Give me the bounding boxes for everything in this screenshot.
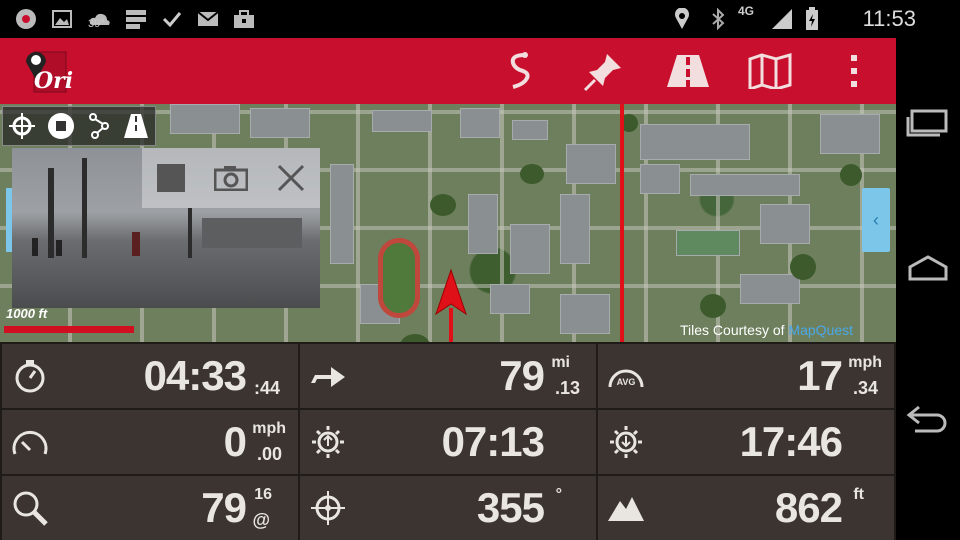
current-speed-value: 0 bbox=[223, 418, 247, 465]
back-button[interactable] bbox=[896, 388, 960, 448]
status-bar: 39° 4G 11:53 bbox=[0, 0, 960, 38]
right-panel-tab[interactable]: ‹ bbox=[862, 188, 890, 252]
speedometer-icon bbox=[10, 422, 50, 462]
distance-unit: mi bbox=[551, 354, 570, 371]
waypoints-icon[interactable] bbox=[87, 112, 111, 140]
elapsed-time-seconds: :44 bbox=[253, 378, 280, 398]
pedestrian bbox=[32, 238, 38, 256]
satellites-at-symbol: @ bbox=[252, 510, 270, 530]
avg-speed-icon: AVG bbox=[606, 356, 646, 396]
stadium-track bbox=[378, 238, 420, 318]
sunset-value: 17:46 bbox=[739, 418, 843, 465]
map-toolbar bbox=[2, 106, 156, 146]
clock-text: 11:53 bbox=[862, 6, 916, 31]
home-icon bbox=[908, 255, 948, 281]
road-icon[interactable] bbox=[123, 113, 149, 139]
gmail-icon bbox=[196, 7, 220, 31]
trip-dashboard: 04:33 :44 79 mi .13 AVG 17 mph .34 0 mph… bbox=[0, 342, 896, 540]
map-attribution: Tiles Courtesy of MapQuest bbox=[680, 322, 853, 338]
average-speed-value: 17 bbox=[797, 352, 843, 399]
elevation-icon bbox=[606, 488, 646, 528]
crosshair-icon[interactable] bbox=[9, 113, 35, 139]
search-icon bbox=[10, 488, 50, 528]
distance-value: 79 bbox=[499, 352, 545, 399]
route-line bbox=[620, 104, 624, 342]
stopwatch-icon bbox=[10, 356, 50, 396]
satellites-total: 16 bbox=[254, 486, 272, 503]
current-speed-decimal: .00 bbox=[256, 444, 282, 464]
route-button[interactable] bbox=[496, 48, 544, 94]
elevation-unit: ft bbox=[853, 486, 864, 503]
signal-icon bbox=[770, 7, 794, 31]
route-icon bbox=[510, 52, 530, 89]
pedestrian bbox=[56, 240, 62, 256]
battery-icon bbox=[800, 7, 824, 31]
temperature-text: 39° bbox=[88, 18, 105, 30]
current-speed-cell[interactable]: 0 mph .00 bbox=[2, 410, 298, 474]
storage-icon bbox=[124, 7, 148, 31]
app-logo-text: Ori bbox=[34, 68, 74, 94]
recent-apps-button[interactable] bbox=[896, 92, 960, 152]
chevron-left-icon: ‹ bbox=[873, 209, 879, 230]
stop-icon[interactable] bbox=[47, 112, 75, 140]
attribution-text: Tiles Courtesy of bbox=[680, 322, 789, 338]
elevation-cell[interactable]: 862 ft bbox=[598, 476, 894, 540]
close-icon[interactable] bbox=[277, 164, 305, 192]
map-scale-bar bbox=[4, 326, 134, 333]
map-icon bbox=[748, 53, 792, 89]
elapsed-time-cell[interactable]: 04:33 :44 bbox=[2, 344, 298, 408]
location-icon bbox=[670, 7, 694, 31]
average-speed-unit: mph bbox=[848, 354, 882, 371]
road-button[interactable] bbox=[664, 48, 712, 94]
sunrise-cell[interactable]: 07:13 bbox=[300, 410, 596, 474]
sunset-cell[interactable]: 17:46 bbox=[598, 410, 894, 474]
current-speed-unit: mph bbox=[252, 420, 286, 437]
heading-value: 355 bbox=[476, 484, 545, 531]
home-button[interactable] bbox=[896, 238, 960, 298]
bluetooth-icon bbox=[706, 7, 730, 31]
stop-recording-button[interactable] bbox=[156, 164, 185, 192]
camera-preview[interactable] bbox=[12, 148, 320, 308]
average-speed-cell[interactable]: AVG 17 mph .34 bbox=[598, 344, 894, 408]
elapsed-time-value: 04:33 bbox=[143, 352, 247, 399]
sunset-icon bbox=[606, 422, 646, 462]
satellites-value: 79 bbox=[201, 484, 247, 531]
network-type-text: 4G bbox=[738, 4, 755, 18]
camera-icon[interactable] bbox=[213, 165, 248, 191]
app-logo[interactable]: Ori bbox=[20, 46, 73, 96]
pedestrian bbox=[132, 232, 140, 256]
recent-apps-icon bbox=[906, 109, 948, 137]
average-speed-decimal: .34 bbox=[852, 378, 878, 398]
check-icon bbox=[160, 7, 184, 31]
distance-decimal: .13 bbox=[554, 378, 580, 398]
mapquest-link[interactable]: MapQuest bbox=[788, 322, 853, 338]
system-navigation-bar bbox=[896, 38, 960, 540]
camera-controls bbox=[142, 148, 320, 208]
distance-cell[interactable]: 79 mi .13 bbox=[300, 344, 596, 408]
image-icon bbox=[50, 7, 74, 31]
compass-icon bbox=[308, 488, 348, 528]
back-icon bbox=[906, 405, 947, 433]
overflow-menu-icon bbox=[851, 55, 857, 87]
sunrise-icon bbox=[308, 422, 348, 462]
sunrise-value: 07:13 bbox=[441, 418, 545, 465]
heading-arrow-icon bbox=[435, 268, 467, 344]
pin-icon bbox=[583, 54, 621, 92]
heading-degree-symbol: ° bbox=[555, 486, 562, 503]
road-icon bbox=[667, 55, 709, 87]
briefcase-icon bbox=[232, 7, 256, 31]
record-icon bbox=[14, 7, 38, 31]
app-bar: Ori bbox=[0, 38, 896, 104]
overflow-menu-button[interactable] bbox=[830, 48, 878, 94]
building bbox=[202, 218, 302, 248]
satellites-cell[interactable]: 79 16 @ bbox=[2, 476, 298, 540]
distance-arrow-icon bbox=[308, 356, 348, 396]
elevation-value: 862 bbox=[774, 484, 843, 531]
avg-speed-icon-label: AVG bbox=[617, 377, 636, 387]
pin-button[interactable] bbox=[580, 48, 628, 94]
map-button[interactable] bbox=[746, 48, 794, 94]
heading-cell[interactable]: 355 ° bbox=[300, 476, 596, 540]
map-scale-label: 1000 ft bbox=[6, 306, 48, 321]
